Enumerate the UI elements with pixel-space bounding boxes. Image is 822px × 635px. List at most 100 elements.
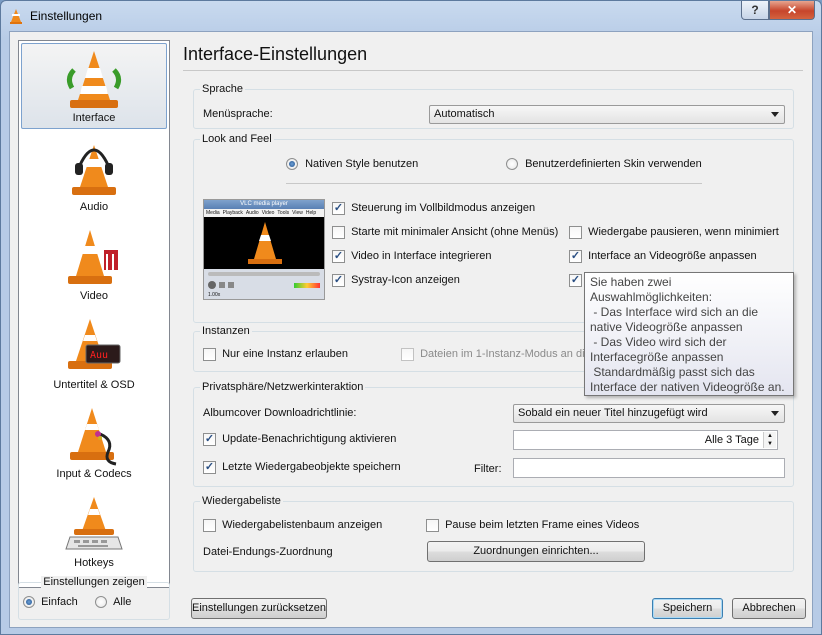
playlist-tree-label: Wiedergabelistenbaum anzeigen	[222, 519, 383, 532]
vlc-cone-input-icon	[70, 408, 117, 466]
option-pause-minimized[interactable]: Wiedergabe pausieren, wenn minimiert	[569, 226, 779, 239]
resize-interface-checkbox[interactable]: ✓	[569, 250, 582, 263]
playlist-group: Wiedergabeliste Wiedergabelistenbaum anz…	[193, 495, 794, 572]
save-recent-label: Letzte Wiedergabeobjekte speichern	[222, 461, 401, 474]
spin-up-icon[interactable]: ▲	[764, 432, 776, 440]
radio-custom-skin-label: Benutzerdefinierten Skin verwenden	[525, 158, 702, 170]
update-interval-value: Alle 3 Tage	[704, 434, 759, 446]
sidebar-item-label: Hotkeys	[74, 557, 114, 569]
preview-speed: 1.00x	[208, 292, 221, 298]
radio-simple[interactable]: Einfach	[23, 596, 78, 609]
resize-interface-tooltip: Sie haben zwei Auswahlmöglichkeiten: - D…	[584, 272, 794, 396]
sidebar-item-video[interactable]: Video	[21, 220, 167, 306]
language-group: Sprache Menüsprache: Automatisch	[193, 83, 794, 129]
pause-last-frame-checkbox[interactable]	[426, 519, 439, 532]
sidebar-item-subtitles-osd[interactable]: Auu Untertitel & OSD	[21, 309, 167, 395]
sidebar-item-label: Input & Codecs	[56, 468, 132, 480]
playlist-tree-checkbox[interactable]	[203, 519, 216, 532]
save-recent-checkbox[interactable]: ✓	[203, 461, 216, 474]
tooltip-line: Auswahlmöglichkeiten:	[590, 290, 713, 304]
minimal-view-checkbox[interactable]	[332, 226, 345, 239]
radio-custom-skin-indicator[interactable]	[506, 158, 518, 171]
album-cover-select[interactable]: Sobald ein neuer Titel hinzugefügt wird	[513, 404, 785, 423]
radio-native-style[interactable]: Nativen Style benutzen	[286, 158, 418, 171]
radio-simple-indicator[interactable]	[23, 596, 35, 609]
reset-settings-button[interactable]: Einstellungen zurücksetzen	[191, 598, 327, 619]
option-fullscreen-controls[interactable]: ✓ Steuerung im Vollbildmodus anzeigen	[332, 202, 535, 215]
spin-buttons[interactable]: ▲ ▼	[763, 432, 776, 448]
preview-menubar: Media Playback Audio Video Tools View He…	[204, 209, 324, 217]
title-divider	[183, 70, 803, 71]
option-minimal-view[interactable]: Starte mit minimaler Ansicht (ohne Menüs…	[332, 226, 558, 239]
preview-menu-item: View	[292, 210, 303, 216]
systray-checkbox[interactable]: ✓	[332, 274, 345, 287]
radio-all[interactable]: Alle	[95, 596, 131, 609]
show-settings-group: Einstellungen zeigen Einfach Alle	[18, 576, 170, 620]
vlc-cone-hotkeys-icon	[65, 497, 123, 550]
option-enqueue-instance[interactable]: Dateien im 1-Instanz-Modus an die	[401, 348, 591, 361]
radio-all-indicator[interactable]	[95, 596, 107, 609]
option-systray[interactable]: ✓ Systray-Icon anzeigen	[332, 274, 460, 287]
one-instance-checkbox[interactable]	[203, 348, 216, 361]
tooltip-line: native Videogröße anpassen	[590, 320, 743, 334]
cancel-button[interactable]: Abbrechen	[732, 598, 806, 619]
enqueue-instance-label: Dateien im 1-Instanz-Modus an die	[420, 348, 591, 361]
filter-label: Filter:	[474, 463, 502, 475]
option-one-instance[interactable]: Nur eine Instanz erlauben	[203, 348, 348, 361]
preview-menu-item: Tools	[277, 210, 290, 216]
menu-language-value: Automatisch	[434, 108, 495, 120]
update-notify-label: Update-Benachrichtigung aktivieren	[222, 433, 397, 446]
preview-menu-item: Media	[206, 210, 220, 216]
file-association-label: Datei-Endungs-Zuordnung	[203, 546, 333, 558]
fullscreen-controls-label: Steuerung im Vollbildmodus anzeigen	[351, 202, 536, 215]
menu-language-select[interactable]: Automatisch	[429, 105, 785, 124]
tooltip-line: Sie haben zwei	[590, 275, 672, 289]
title-bar[interactable]: Einstellungen ? ✕	[1, 1, 821, 31]
option-resize-interface[interactable]: ✓ Interface an Videogröße anpassen	[569, 250, 757, 263]
sidebar-item-label: Interface	[72, 112, 116, 124]
album-cover-value: Sobald ein neuer Titel hinzugefügt wird	[518, 407, 708, 419]
option-pause-last-frame[interactable]: Pause beim letzten Frame eines Videos	[426, 519, 639, 532]
filter-input[interactable]	[513, 458, 785, 478]
option-hidden-by-tooltip[interactable]: ✓	[569, 274, 582, 287]
menu-language-label: Menüsprache:	[203, 108, 273, 120]
save-button[interactable]: Speichern	[652, 598, 723, 619]
window-title: Einstellungen	[30, 9, 103, 23]
radio-native-style-indicator[interactable]	[286, 158, 298, 171]
vlc-cone-headphones-icon	[72, 145, 116, 195]
privacy-legend: Privatsphäre/Netzwerkinteraktion	[200, 381, 366, 393]
sidebar-item-hotkeys[interactable]: Hotkeys	[21, 487, 167, 573]
vlc-cone-video-icon	[68, 230, 118, 284]
dialog-client-area: Interface Audio Video Auu Untertitel & O…	[9, 31, 813, 628]
album-cover-label: Albumcover Downloadrichtlinie:	[203, 407, 357, 419]
preview-next-icon	[228, 282, 234, 288]
option-video-in-interface[interactable]: ✓ Video in Interface integrieren	[332, 250, 492, 263]
enqueue-instance-checkbox[interactable]	[401, 348, 414, 361]
update-notify-checkbox[interactable]: ✓	[203, 433, 216, 446]
look-and-feel-legend: Look and Feel	[200, 133, 274, 145]
sidebar-item-interface[interactable]: Interface	[21, 43, 167, 129]
vlc-preview-image: VLC media player Media Playback Audio Vi…	[203, 199, 325, 300]
update-interval-spinbox[interactable]: Alle 3 Tage ▲ ▼	[513, 430, 778, 450]
preview-menu-item: Playback	[222, 210, 243, 216]
hidden-option-checkbox[interactable]: ✓	[569, 274, 582, 287]
radio-custom-skin[interactable]: Benutzerdefinierten Skin verwenden	[506, 158, 702, 171]
close-button[interactable]: ✕	[769, 1, 815, 20]
preview-play-icon	[208, 281, 216, 289]
minimal-view-label: Starte mit minimaler Ansicht (ohne Menüs…	[351, 226, 559, 239]
spin-down-icon[interactable]: ▼	[764, 440, 776, 448]
fullscreen-controls-checkbox[interactable]: ✓	[332, 202, 345, 215]
option-save-recent[interactable]: ✓ Letzte Wiedergabeobjekte speichern	[203, 461, 401, 474]
setup-associations-button[interactable]: Zuordnungen einrichten...	[427, 541, 645, 562]
vlc-cone-subtitles-icon: Auu	[68, 319, 121, 369]
help-button[interactable]: ?	[741, 1, 769, 20]
privacy-group: Privatsphäre/Netzwerkinteraktion Albumco…	[193, 381, 794, 487]
video-in-interface-checkbox[interactable]: ✓	[332, 250, 345, 263]
option-playlist-tree[interactable]: Wiedergabelistenbaum anzeigen	[203, 519, 382, 532]
sidebar-item-input-codecs[interactable]: Input & Codecs	[21, 398, 167, 484]
option-update-notify[interactable]: ✓ Update-Benachrichtigung aktivieren	[203, 433, 396, 446]
sidebar-item-label: Video	[80, 290, 108, 302]
show-settings-legend: Einstellungen zeigen	[41, 576, 147, 588]
sidebar-item-audio[interactable]: Audio	[21, 131, 167, 217]
pause-minimized-checkbox[interactable]	[569, 226, 582, 239]
